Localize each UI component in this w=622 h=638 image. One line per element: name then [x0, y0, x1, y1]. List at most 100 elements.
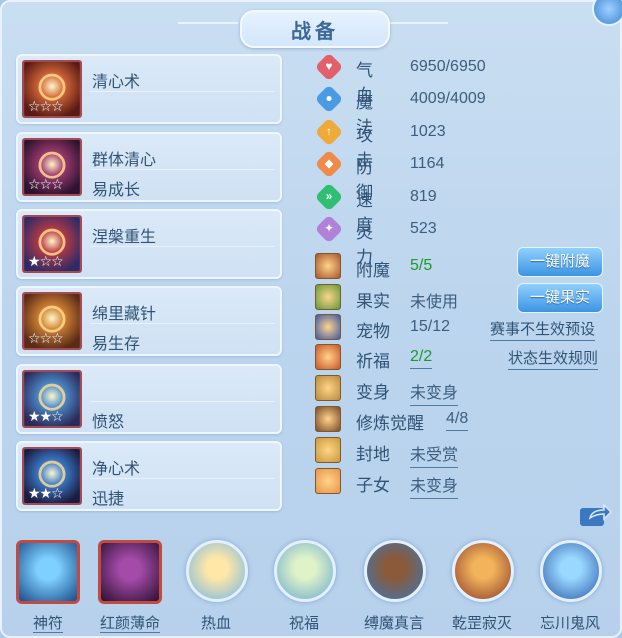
skill-slot-icon	[16, 540, 80, 604]
state-rules-link[interactable]: 状态生效规则	[508, 347, 599, 370]
skill-stars: ★★☆	[28, 485, 64, 501]
skill-slot[interactable]: 忘川鬼风	[534, 536, 606, 636]
skill-name: 绵里藏针	[92, 306, 157, 323]
attribute-value: 4009/4009	[410, 90, 486, 108]
skill-slot[interactable]: 缚魔真言	[358, 536, 430, 636]
one-click-enchant-button[interactable]: 一键附魔	[517, 247, 603, 277]
skill-icon: ★☆☆	[22, 215, 82, 273]
attribute-value: 6950/6950	[410, 58, 486, 75]
skill-slot[interactable]: 神符	[12, 536, 84, 636]
skill-slot-label: 忘川鬼风	[539, 615, 600, 632]
feature-value[interactable]: 未受赏	[410, 441, 459, 468]
skill-card[interactable]: ☆☆☆ 清心术	[16, 54, 282, 124]
skill-slot-label: 神符	[32, 615, 63, 633]
awakening-icon	[315, 406, 341, 432]
skill-icon: ☆☆☆	[22, 138, 82, 196]
feature-value: 未使用	[410, 294, 459, 311]
divider	[90, 91, 274, 92]
divider	[90, 478, 274, 479]
skill-icon: ☆☆☆	[22, 60, 82, 118]
speed-icon: »	[314, 182, 344, 211]
title-decoration-left	[178, 22, 238, 24]
fief-icon	[315, 437, 341, 463]
skill-trait: 易生存	[92, 336, 141, 353]
blessing-icon	[315, 344, 341, 370]
skill-slot-icon	[274, 540, 336, 602]
spirit-icon: ✦	[314, 214, 344, 244]
skill-slot[interactable]: 乾罡寂灭	[446, 536, 518, 636]
skill-slot-icon	[540, 540, 602, 602]
skill-icon: ☆☆☆	[22, 292, 82, 350]
feature-label: 子女	[356, 476, 390, 495]
skill-stars: ★★☆	[28, 408, 64, 424]
skill-slot-label: 热血	[200, 615, 231, 632]
battle-prep-panel: 战备 ☆☆☆ 清心术 ☆☆☆ 群体清心 易成长 ★☆☆ 涅槃重生 ☆☆☆ 绵里藏…	[0, 0, 622, 638]
skill-name: 群体清心	[92, 152, 157, 169]
transform-icon	[315, 375, 341, 401]
skill-card[interactable]: ★★☆ 净心术 迅捷	[16, 441, 282, 511]
feature-label: 变身	[356, 383, 390, 402]
divider	[90, 246, 274, 247]
skill-trait: 迅捷	[92, 491, 125, 508]
title-decoration-right	[388, 22, 448, 24]
skill-slot-icon	[98, 540, 162, 604]
feature-value[interactable]: 2/2	[410, 348, 433, 369]
skill-name: 涅槃重生	[92, 229, 157, 246]
skill-slot-icon	[186, 540, 248, 602]
skill-slot[interactable]: 祝福	[268, 536, 340, 636]
page-title: 战备	[291, 20, 339, 43]
title-banner: 战备	[240, 10, 390, 48]
skill-slot[interactable]: 红颜薄命	[94, 536, 166, 636]
feature-value: 15/12	[410, 318, 451, 335]
share-icon[interactable]	[578, 502, 613, 528]
skill-stars: ☆☆☆	[28, 176, 64, 192]
skill-slot-label: 红颜薄命	[99, 615, 160, 633]
feature-value: 5/5	[410, 257, 433, 274]
pet-icon	[315, 314, 341, 340]
feature-label: 附魔	[356, 261, 390, 280]
skill-trait: 愤怒	[92, 414, 125, 431]
skill-stars: ☆☆☆	[28, 98, 64, 114]
mana-icon: ●	[314, 85, 344, 114]
feature-value[interactable]: 未变身	[410, 472, 459, 499]
skill-slot-icon	[452, 540, 514, 602]
fruit-icon	[315, 284, 341, 310]
skill-slot-icon	[364, 540, 426, 602]
skill-stars: ☆☆☆	[28, 330, 64, 346]
feature-value[interactable]: 未变身	[410, 379, 459, 406]
skill-card[interactable]: ★☆☆ 涅槃重生	[16, 209, 282, 279]
skill-trait: 易成长	[92, 182, 141, 199]
feature-label: 果实	[356, 292, 390, 311]
skill-card[interactable]: ☆☆☆ 群体清心 易成长	[16, 132, 282, 202]
enchant-icon	[315, 253, 341, 279]
defense-icon: ◆	[314, 149, 344, 179]
feature-label: 修炼觉醒	[356, 414, 424, 433]
attribute-value: 523	[410, 220, 437, 237]
attribute-value: 1164	[410, 155, 445, 173]
heart-icon: ♥	[314, 52, 344, 82]
skill-icon: ★★☆	[22, 370, 82, 428]
skill-card[interactable]: ☆☆☆ 绵里藏针 易生存	[16, 286, 282, 356]
skill-name: 净心术	[92, 461, 141, 478]
attribute-value: 819	[410, 187, 437, 205]
event-preset-link[interactable]: 赛事不生效预设	[490, 318, 596, 341]
feature-label: 宠物	[356, 322, 390, 341]
feature-label: 封地	[356, 445, 390, 464]
close-button[interactable]	[592, 0, 622, 26]
skill-icon: ★★☆	[22, 447, 82, 505]
feature-value[interactable]: 4/8	[446, 410, 469, 431]
skill-name: 清心术	[92, 74, 141, 91]
feature-label: 祈福	[356, 352, 390, 371]
divider	[90, 323, 274, 324]
skill-slot-label: 缚魔真言	[363, 615, 424, 632]
one-click-fruit-button[interactable]: 一键果实	[517, 283, 603, 313]
skill-slot-label: 祝福	[288, 615, 319, 632]
skill-slot[interactable]: 热血	[180, 536, 252, 636]
skill-stars: ★☆☆	[28, 253, 64, 269]
skill-card[interactable]: ★★☆ 愤怒	[16, 364, 282, 434]
divider	[90, 401, 274, 402]
children-icon	[315, 468, 341, 494]
divider	[90, 169, 274, 170]
skill-slot-label: 乾罡寂灭	[451, 615, 512, 632]
attack-icon: ↑	[314, 117, 344, 147]
